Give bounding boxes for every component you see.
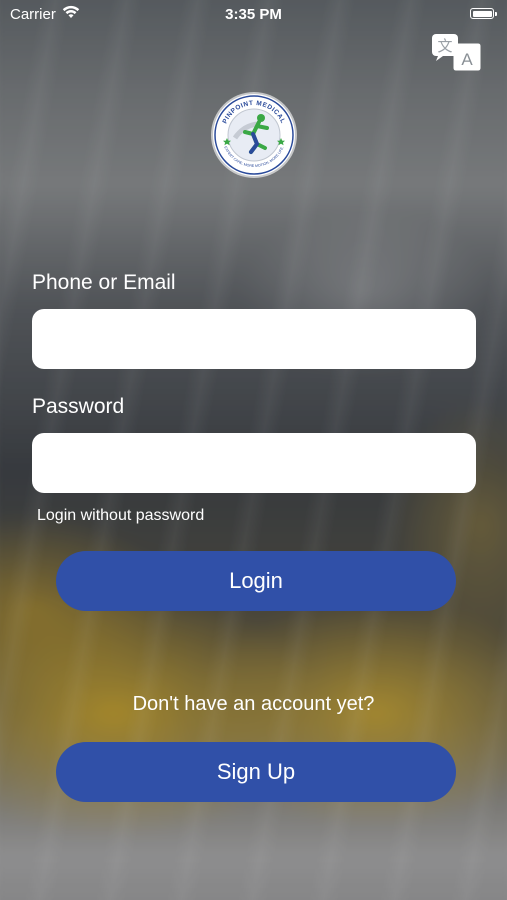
no-account-prompt: Don't have an account yet? — [132, 693, 375, 715]
status-bar: Carrier 3:35 PM — [0, 0, 507, 28]
status-time: 3:35 PM — [225, 6, 282, 23]
pinpoint-medical-logo: PINPOINT MEDICAL EXPERT CARE. MORE MOTIO… — [213, 94, 295, 176]
password-input[interactable] — [32, 433, 476, 493]
svg-text:文: 文 — [437, 37, 452, 55]
login-button[interactable]: Login — [56, 551, 456, 611]
sign-up-button[interactable]: Sign Up — [56, 742, 456, 802]
password-label: Password — [32, 395, 125, 418]
translate-icon[interactable]: 文 A — [430, 30, 482, 74]
battery-icon — [470, 8, 497, 19]
login-without-password-link[interactable]: Login without password — [37, 507, 204, 525]
svg-text:A: A — [461, 50, 473, 69]
phone-email-input[interactable] — [32, 309, 476, 369]
phone-email-label: Phone or Email — [32, 271, 176, 294]
